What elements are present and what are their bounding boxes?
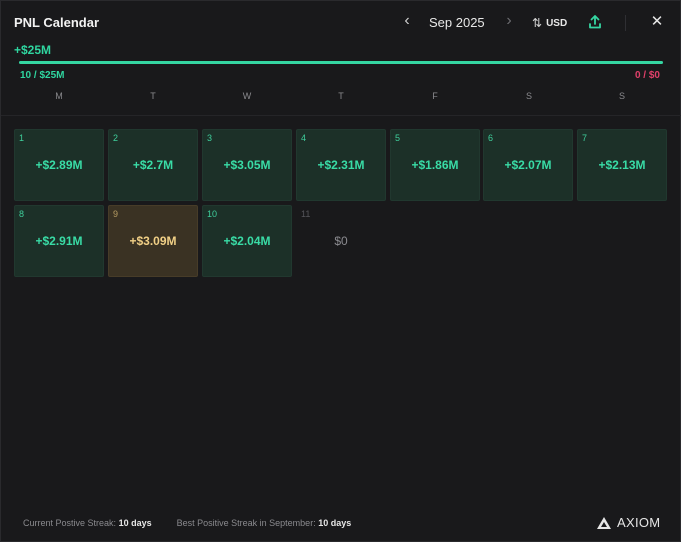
day-pnl: $0 [334, 234, 348, 248]
weekday-label: S [525, 91, 532, 101]
weekday-label: F [432, 91, 438, 101]
chevron-right-icon[interactable]: › [502, 12, 516, 32]
upload-share-icon[interactable] [586, 12, 604, 32]
day-cell[interactable]: 4 +$2.31M [296, 129, 386, 201]
day-pnl: +$3.09M [129, 234, 177, 248]
day-cell[interactable]: 7 +$2.13M [577, 129, 667, 201]
day-pnl: +$2.07M [504, 158, 552, 172]
day-number: 11 [301, 209, 311, 219]
day-number: 10 [207, 209, 218, 219]
close-icon[interactable]: ✕ [649, 12, 665, 32]
day-cell-empty[interactable]: 11 $0 [296, 205, 386, 277]
day-pnl: +$2.13M [598, 158, 646, 172]
weekday-label: T [338, 91, 344, 101]
sort-arrows-icon: ⇅ [532, 16, 543, 30]
weekday-label: W [242, 91, 252, 101]
day-number: 9 [113, 209, 119, 219]
brand-name: AXIOM [617, 515, 661, 530]
day-number: 4 [301, 133, 307, 143]
header-divider [625, 15, 626, 31]
day-cell[interactable]: 6 +$2.07M [483, 129, 573, 201]
currency-label: USD [546, 17, 568, 29]
weekday-divider [1, 115, 681, 116]
day-cell[interactable]: 3 +$3.05M [202, 129, 292, 201]
day-pnl: +$3.05M [223, 158, 271, 172]
best-streak-label: Best Positive Streak in September: [176, 518, 316, 528]
day-cell[interactable]: 8 +$2.91M [14, 205, 104, 277]
day-pnl: +$2.89M [35, 158, 83, 172]
chevron-left-icon[interactable]: ‹ [400, 12, 414, 32]
day-number: 2 [113, 133, 119, 143]
progress-bar [19, 61, 663, 64]
panel-title: PNL Calendar [14, 15, 100, 30]
day-number: 7 [582, 133, 588, 143]
day-number: 1 [19, 133, 25, 143]
day-number: 3 [207, 133, 213, 143]
weekday-label: M [55, 91, 63, 101]
weekday-header: M T W T F S S [14, 91, 667, 105]
day-pnl: +$2.91M [35, 234, 83, 248]
progress-bar-fill [19, 61, 663, 64]
day-cell-best[interactable]: 9 +$3.09M [108, 205, 198, 277]
day-pnl: +$2.04M [223, 234, 271, 248]
day-number: 6 [488, 133, 494, 143]
axiom-logo-icon [597, 516, 611, 529]
weekday-label: T [150, 91, 156, 101]
day-number: 5 [395, 133, 401, 143]
weekday-label: S [618, 91, 625, 101]
day-cell[interactable]: 5 +$1.86M [390, 129, 480, 201]
axiom-logo: AXIOM [596, 515, 660, 530]
day-cell[interactable]: 1 +$2.89M [14, 129, 104, 201]
calendar-grid: 1 +$2.89M 2 +$2.7M 3 +$3.05M 4 +$2.31M 5… [14, 129, 667, 279]
negative-days-label: 0 / $0 [634, 70, 660, 81]
currency-toggle[interactable]: ⇅ USD [532, 13, 567, 33]
day-pnl: +$1.86M [411, 158, 459, 172]
positive-days-label: 10 / $25M [20, 70, 65, 81]
day-pnl: +$2.7M [132, 158, 174, 172]
day-cell[interactable]: 10 +$2.04M [202, 205, 292, 277]
day-pnl: +$2.31M [317, 158, 365, 172]
day-number: 8 [19, 209, 25, 219]
month-label: Sep 2025 [429, 15, 485, 30]
current-streak-value: 10 days [118, 518, 152, 528]
header: PNL Calendar ‹ Sep 2025 › ⇅ USD ✕ [1, 9, 681, 37]
best-streak-value: 10 days [318, 518, 352, 528]
total-pnl: +$25M [14, 43, 52, 57]
streak-footer: Current Postive Streak: 10 days Best Pos… [23, 518, 351, 528]
pnl-calendar-panel: PNL Calendar ‹ Sep 2025 › ⇅ USD ✕ +$25M … [0, 0, 681, 542]
current-streak-label: Current Postive Streak: [23, 518, 117, 528]
day-cell[interactable]: 2 +$2.7M [108, 129, 198, 201]
